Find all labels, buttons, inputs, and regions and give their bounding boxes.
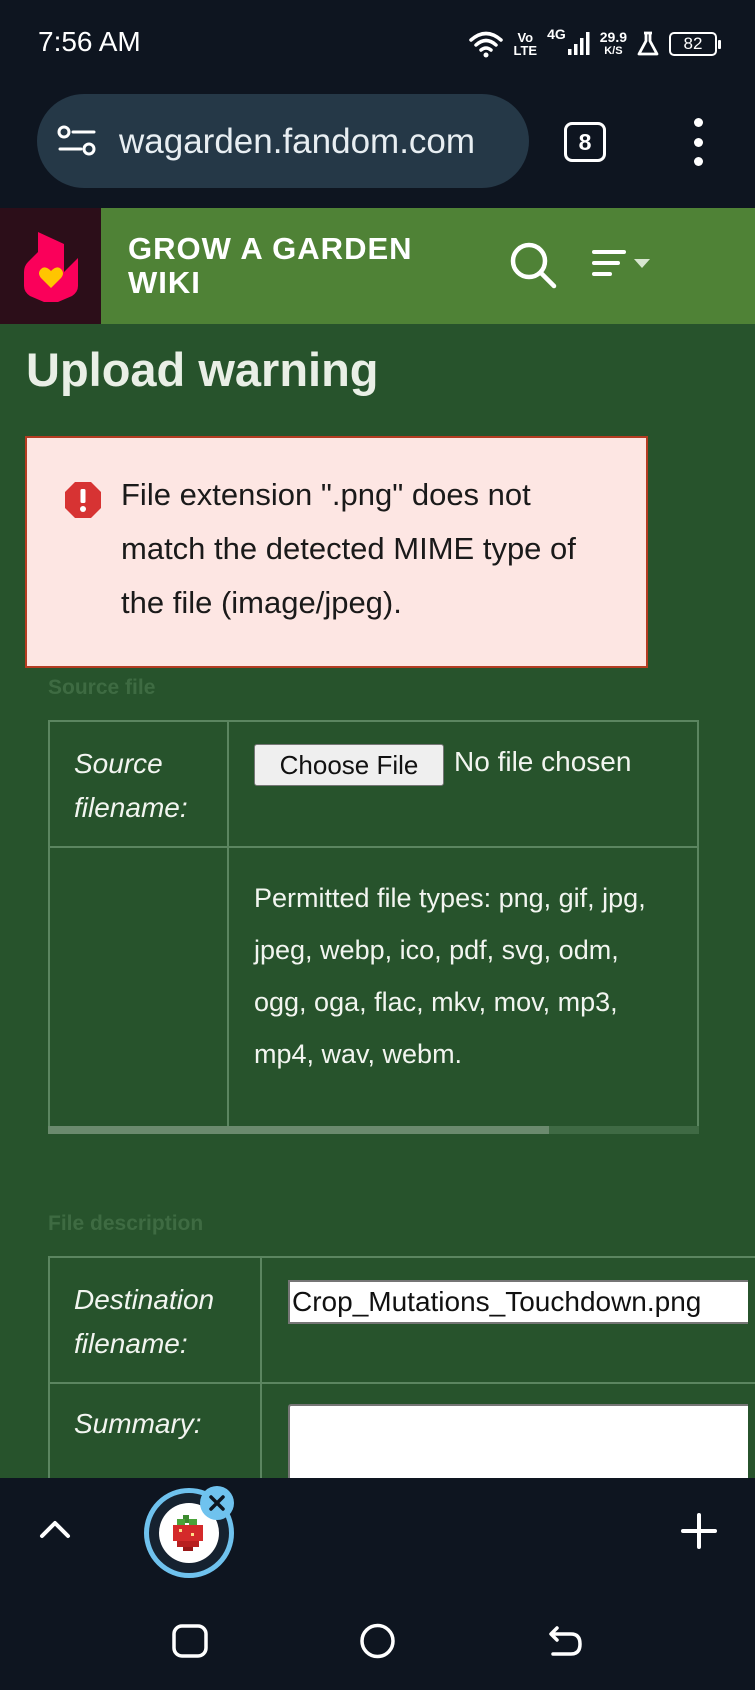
speed-value: 29.9 xyxy=(599,29,627,45)
battery-indicator: 82 xyxy=(669,32,721,56)
fandom-heart-icon xyxy=(23,232,78,302)
choose-file-button[interactable]: Choose File xyxy=(254,744,444,786)
destination-filename-row: Destination filename: Crop_Mutations_Tou… xyxy=(48,1256,755,1384)
page-title: Upload warning xyxy=(26,343,379,396)
status-time: 7:56 AM xyxy=(38,26,141,57)
no-file-chosen-text: No file chosen xyxy=(454,746,632,777)
more-menu-icon[interactable] xyxy=(686,118,710,166)
source-filename-label: Source filename: xyxy=(74,748,188,823)
fandom-logo[interactable] xyxy=(0,208,101,324)
search-icon[interactable] xyxy=(508,240,558,294)
page-content: Upload warning File extension ".png" doe… xyxy=(0,324,755,1478)
wiki-title[interactable]: GROW A GARDEN WIKI xyxy=(128,232,448,300)
tab-switcher-button[interactable]: 8 xyxy=(564,122,606,162)
recents-icon[interactable] xyxy=(172,1624,208,1662)
wiki-menu-icon[interactable] xyxy=(592,250,650,276)
back-icon[interactable] xyxy=(547,1624,583,1662)
file-description-legend: File description xyxy=(48,1212,204,1235)
network-speed: 29.9 K/S xyxy=(600,30,627,58)
status-bar: 7:56 AM Vo LTE 4G 29.9 K/S 82 xyxy=(0,0,755,88)
volte-bottom: LTE xyxy=(513,43,538,58)
system-nav-bar xyxy=(0,1588,755,1690)
status-icons: Vo LTE 4G 29.9 K/S 82 xyxy=(469,24,721,64)
network-type: 4G xyxy=(547,26,566,42)
speed-unit: K/S xyxy=(604,45,623,57)
url-text[interactable]: wagarden.fandom.com xyxy=(119,122,475,162)
destination-filename-input[interactable]: Crop_Mutations_Touchdown.png xyxy=(288,1280,748,1324)
source-filename-row: Source filename: Choose File No file cho… xyxy=(48,720,699,848)
chevron-up-icon[interactable] xyxy=(38,1518,72,1544)
close-icon[interactable] xyxy=(200,1486,234,1520)
wiki-header: GROW A GARDEN WIKI xyxy=(0,208,755,324)
warning-message: File extension ".png" does not match the… xyxy=(121,477,576,620)
address-bar[interactable]: wagarden.fandom.com xyxy=(37,94,529,188)
source-file-legend: Source file xyxy=(48,676,156,699)
destination-filename-label: Destination filename: xyxy=(74,1284,215,1359)
home-icon[interactable] xyxy=(359,1623,396,1663)
chevron-down-icon xyxy=(634,258,650,268)
flask-icon xyxy=(637,31,659,57)
summary-label: Summary: xyxy=(74,1408,202,1439)
volte-indicator: Vo LTE xyxy=(513,31,537,57)
site-settings-icon[interactable] xyxy=(57,124,97,158)
browser-toolbar: wagarden.fandom.com 8 xyxy=(0,88,755,208)
error-icon xyxy=(63,480,103,520)
permitted-file-types: Permitted file types: png, gif, jpg, jpe… xyxy=(254,883,646,1069)
signal-icon xyxy=(567,31,590,57)
summary-row: Summary: xyxy=(48,1382,755,1478)
permitted-types-row: Permitted file types: png, gif, jpg, jpe… xyxy=(48,846,699,1132)
new-tab-plus-icon[interactable] xyxy=(680,1512,718,1554)
bottom-toolbar xyxy=(0,1478,755,1588)
scrollbar-thumb[interactable] xyxy=(48,1126,549,1134)
warning-box: File extension ".png" does not match the… xyxy=(25,436,648,668)
horizontal-scrollbar[interactable] xyxy=(48,1126,699,1134)
summary-textarea[interactable] xyxy=(288,1404,748,1478)
wifi-icon xyxy=(469,30,504,58)
